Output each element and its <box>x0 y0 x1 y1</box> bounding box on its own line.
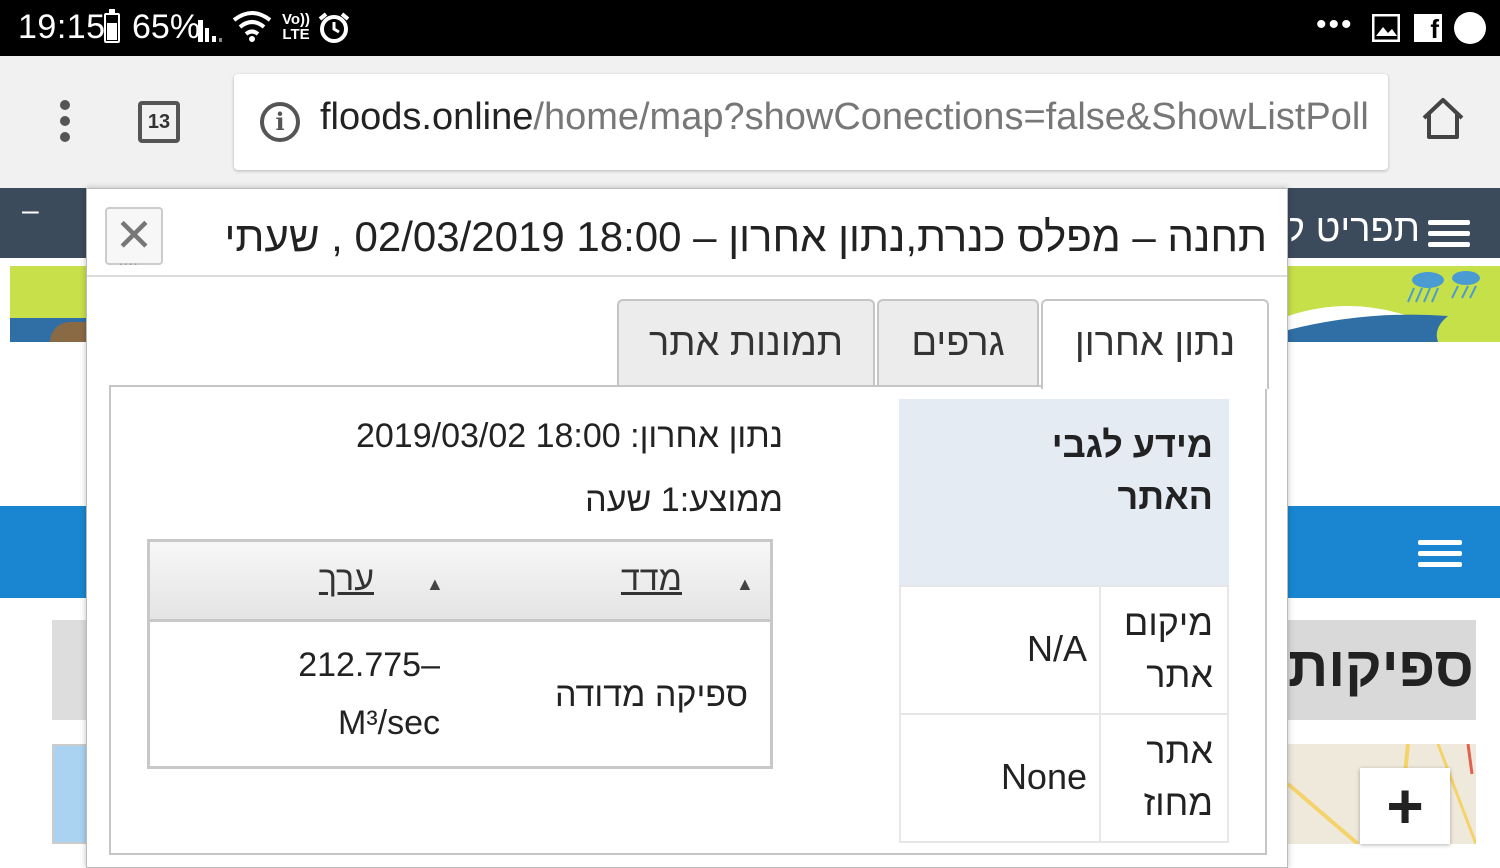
average-value: 1 שעה <box>585 481 680 519</box>
sort-asc-icon[interactable]: ▲ <box>736 574 754 595</box>
battery-icon <box>104 9 120 43</box>
site-location-value: N/A <box>899 585 1101 715</box>
sort-asc-icon[interactable]: ▲ <box>426 574 444 595</box>
home-icon[interactable] <box>1420 96 1466 140</box>
battery-percent: 65% <box>132 8 201 46</box>
signal-icon <box>198 20 222 42</box>
gallery-icon <box>1372 14 1400 42</box>
tab-latest-data[interactable]: נתון אחרון <box>1041 299 1269 389</box>
clock: 19:15 <box>18 8 106 46</box>
metric-cell: ספיקה מדודה <box>555 676 748 714</box>
phone-icon <box>1454 12 1486 44</box>
alarm-icon <box>318 12 350 43</box>
column-header-value[interactable]: ערך <box>319 560 374 599</box>
wifi-icon <box>232 11 272 42</box>
river-rain-illustration <box>1288 271 1480 342</box>
info-icon[interactable]: i <box>260 102 300 142</box>
site-info-header: מידע לגבי האתר <box>899 399 1229 585</box>
url-domain: floods.online <box>320 96 534 138</box>
site-location-label: מיקום אתר <box>1099 585 1229 715</box>
url-text[interactable]: floods.online/home/map?showConections=fa… <box>320 96 1369 139</box>
last-data-value: 18:00 2019/03/02 <box>355 417 621 455</box>
volte-bottom: LTE <box>282 26 310 43</box>
browser-menu-icon[interactable] <box>58 100 72 148</box>
average-line: ממוצע:1 שעה <box>585 481 783 520</box>
address-bar[interactable]: i floods.online/home/map?showConections=… <box>234 74 1388 170</box>
station-dialog: תחנה – מפלס כנרת,נתון אחרון – 18:00 02/0… <box>86 188 1288 868</box>
zoom-in-button[interactable]: + <box>1360 768 1450 844</box>
average-label: ממוצע: <box>679 481 783 519</box>
value-cell-unit: M³/sec <box>338 704 440 742</box>
tab-graphs[interactable]: גרפים <box>877 299 1039 387</box>
browser-toolbar: 13 i floods.online/home/map?showConectio… <box>0 56 1500 188</box>
secondary-hamburger-icon[interactable] <box>1418 540 1462 573</box>
close-button[interactable]: ✕ .... <box>105 207 163 268</box>
dialog-titlebar: תחנה – מפלס כנרת,נתון אחרון – 18:00 02/0… <box>87 189 1287 277</box>
site-district-value: None <box>899 713 1101 843</box>
value-cell-number: 212.775– <box>298 646 440 684</box>
page-heading: ספיקות <box>1288 635 1474 698</box>
site-info-header-text: מידע לגבי האתר <box>1051 424 1213 517</box>
more-notifications-icon: ••• <box>1316 8 1354 41</box>
tab-switcher-button[interactable]: 13 <box>138 101 180 143</box>
measurements-table: ▲ מדד ▲ ערך ספיקה מדודה 212.775– M³/sec <box>147 539 773 769</box>
collapse-button[interactable]: – <box>22 194 39 228</box>
nav-menu-label[interactable]: תפריט ק <box>1290 208 1420 251</box>
url-path: /home/map?showConections=false&ShowListP… <box>533 96 1369 138</box>
site-district-label: אתר מחוז <box>1099 713 1229 843</box>
banner-image-right <box>1288 266 1500 342</box>
facebook-icon: f <box>1414 14 1442 44</box>
column-header-metric[interactable]: מדד <box>621 560 682 599</box>
close-handle-dots: .... <box>119 252 139 268</box>
volte-indicator: Vo)) LTE <box>282 12 310 42</box>
last-data-label: נתון אחרון: <box>630 417 783 455</box>
dialog-title: תחנה – מפלס כנרת,נתון אחרון – 18:00 02/0… <box>224 213 1267 260</box>
banner-image-left <box>10 266 86 342</box>
table-header: ▲ מדד ▲ ערך <box>150 542 770 622</box>
hamburger-icon[interactable] <box>1428 220 1470 253</box>
status-bar: 19:15 65% Vo)) LTE ••• f <box>0 0 1500 56</box>
last-data-line: נתון אחרון: 18:00 2019/03/02 <box>356 417 783 456</box>
tab-site-photos[interactable]: תמונות אתר <box>617 299 875 387</box>
